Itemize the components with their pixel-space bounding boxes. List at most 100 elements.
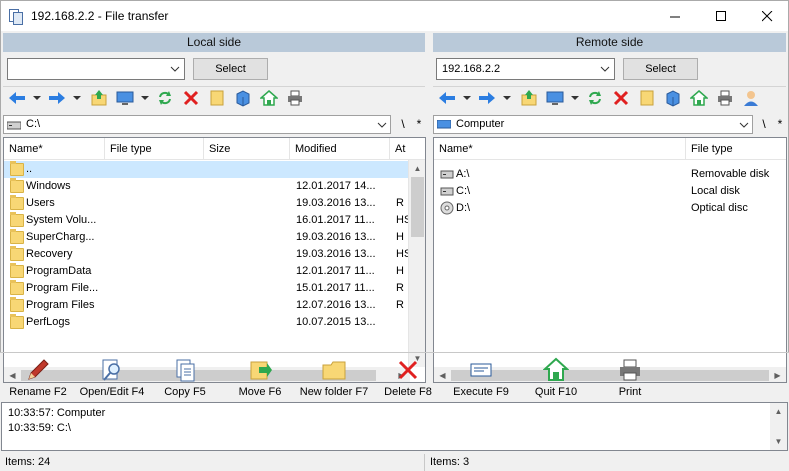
rename-button[interactable]: Rename F2 <box>8 357 68 399</box>
scroll-thumb[interactable] <box>411 177 424 237</box>
print-toolbar-button[interactable] <box>715 87 735 109</box>
delete-button[interactable]: Delete F8 <box>382 357 434 399</box>
scroll-up-arrow[interactable]: ▲ <box>409 160 425 177</box>
log-vertical-scrollbar[interactable]: ▲ ▼ <box>770 403 787 450</box>
computer-button[interactable] <box>545 87 565 109</box>
refresh-button[interactable] <box>585 87 605 109</box>
back-dropdown[interactable] <box>463 96 471 100</box>
folder-icon <box>10 246 24 261</box>
remote-host-combo[interactable]: 192.168.2.2 <box>436 58 615 80</box>
table-row[interactable]: ProgramData 12.01.2017 11... H <box>4 263 410 280</box>
cell-modified: 12.07.2016 13... <box>296 299 376 311</box>
minimize-button[interactable] <box>652 1 698 31</box>
chevron-down-icon <box>600 66 610 72</box>
column-modified[interactable]: Modified <box>290 138 390 160</box>
scroll-up-arrow[interactable]: ▲ <box>770 403 787 420</box>
table-row[interactable]: Program File... 15.01.2017 11... R <box>4 280 410 297</box>
local-host-combo[interactable] <box>7 58 185 80</box>
chevron-down-icon <box>739 122 749 128</box>
cell-name: Recovery <box>26 248 73 260</box>
local-path-combo[interactable]: C:\ <box>3 115 391 134</box>
copy-icon <box>176 359 195 382</box>
table-row[interactable]: Recovery 19.03.2016 13... HS <box>4 246 410 263</box>
back-dropdown[interactable] <box>33 96 41 100</box>
close-button[interactable] <box>744 1 789 31</box>
local-pane-header: Local side <box>3 33 425 52</box>
forward-dropdown[interactable] <box>503 96 511 100</box>
computer-dropdown[interactable] <box>141 96 149 100</box>
column-name[interactable]: Name* <box>4 138 105 160</box>
remote-filter-button[interactable]: * <box>772 115 788 134</box>
column-size[interactable]: Size <box>204 138 290 160</box>
remote-file-list[interactable]: Name* File type A:\ Removable disk C:\ Loca… <box>433 137 787 383</box>
table-row[interactable]: C:\ Local disk <box>434 183 786 200</box>
table-row[interactable]: System Volu... 16.01.2017 11... HS <box>4 212 410 229</box>
local-pane: Local side Select C:\ \ * Name* File typ… <box>0 31 427 383</box>
local-select-button[interactable]: Select <box>193 58 268 80</box>
monitor-icon <box>546 91 564 105</box>
new-folder-toolbar-button[interactable] <box>637 87 657 109</box>
parent-folder-button[interactable] <box>519 87 539 109</box>
column-file-type[interactable]: File type <box>105 138 204 160</box>
back-button[interactable] <box>437 87 457 109</box>
table-row[interactable]: D:\ Optical disc <box>434 200 786 217</box>
cell-file-type: Removable disk <box>691 168 770 180</box>
maximize-button[interactable] <box>698 1 744 31</box>
remote-status: Items: 3 <box>430 456 470 468</box>
remote-root-button[interactable]: \ <box>756 115 772 134</box>
print-button[interactable]: Print <box>605 357 655 399</box>
remote-path-combo[interactable]: Computer <box>433 115 753 134</box>
delete-toolbar-button[interactable] <box>611 87 631 109</box>
column-attributes[interactable]: At <box>390 138 410 160</box>
move-button[interactable]: Move F6 <box>235 357 285 399</box>
local-filter-button[interactable]: * <box>411 115 427 134</box>
table-row[interactable]: SuperCharg... 19.03.2016 13... H <box>4 229 410 246</box>
forward-dropdown[interactable] <box>73 96 81 100</box>
home-toolbar-button[interactable] <box>259 87 279 109</box>
copy-toolbar-button[interactable] <box>233 87 253 109</box>
table-row[interactable]: .. <box>4 161 410 178</box>
table-row[interactable]: PerfLogs 10.07.2015 13... <box>4 314 410 331</box>
computer-button[interactable] <box>115 87 135 109</box>
forward-button[interactable] <box>477 87 497 109</box>
quit-button[interactable]: Quit F10 <box>531 357 581 399</box>
cell-name: A:\ <box>456 168 470 180</box>
table-row[interactable]: A:\ Removable disk <box>434 166 786 183</box>
parent-folder-button[interactable] <box>89 87 109 109</box>
scroll-down-arrow[interactable]: ▼ <box>770 433 787 450</box>
folder-icon <box>10 314 24 329</box>
folder-up-icon <box>521 90 537 106</box>
remote-select-button[interactable]: Select <box>623 58 698 80</box>
home-toolbar-button[interactable] <box>689 87 709 109</box>
print-toolbar-button[interactable] <box>285 87 305 109</box>
table-row[interactable]: Windows 12.01.2017 14... <box>4 178 410 195</box>
delete-toolbar-button[interactable] <box>181 87 201 109</box>
pencil-icon <box>28 359 49 380</box>
back-button[interactable] <box>7 87 27 109</box>
user-toolbar-button[interactable] <box>741 87 761 109</box>
copy-toolbar-button[interactable] <box>663 87 683 109</box>
title-bar: 192.168.2.2 - File transfer <box>0 0 789 31</box>
local-file-list[interactable]: Name* File type Size Modified At .. Windo… <box>3 137 426 383</box>
remote-host-value: 192.168.2.2 <box>442 63 501 75</box>
forward-button[interactable] <box>47 87 67 109</box>
table-row[interactable]: Program Files 12.07.2016 13... R <box>4 297 410 314</box>
execute-button[interactable]: Execute F9 <box>451 357 511 399</box>
computer-dropdown[interactable] <box>571 96 579 100</box>
new-folder-button[interactable]: New folder F7 <box>296 357 372 399</box>
copy-button[interactable]: Copy F5 <box>160 357 210 399</box>
local-root-button[interactable]: \ <box>395 115 411 134</box>
cell-modified: 19.03.2016 13... <box>296 231 376 243</box>
log-line: 10:33:57: Computer <box>8 407 106 419</box>
table-row[interactable]: Users 19.03.2016 13... R <box>4 195 410 212</box>
log-output[interactable]: 10:33:57: Computer 10:33:59: C:\ ▲ ▼ <box>1 402 788 451</box>
cell-modified: 15.01.2017 11... <box>296 282 375 294</box>
open-edit-button[interactable]: Open/Edit F4 <box>78 357 146 399</box>
column-name[interactable]: Name* <box>434 138 686 160</box>
new-folder-toolbar-button[interactable] <box>207 87 227 109</box>
local-vertical-scrollbar[interactable]: ▲ ▼ <box>408 160 425 367</box>
arrow-left-icon <box>9 92 25 104</box>
print-icon <box>620 359 640 381</box>
refresh-button[interactable] <box>155 87 175 109</box>
column-file-type[interactable]: File type <box>686 138 786 160</box>
